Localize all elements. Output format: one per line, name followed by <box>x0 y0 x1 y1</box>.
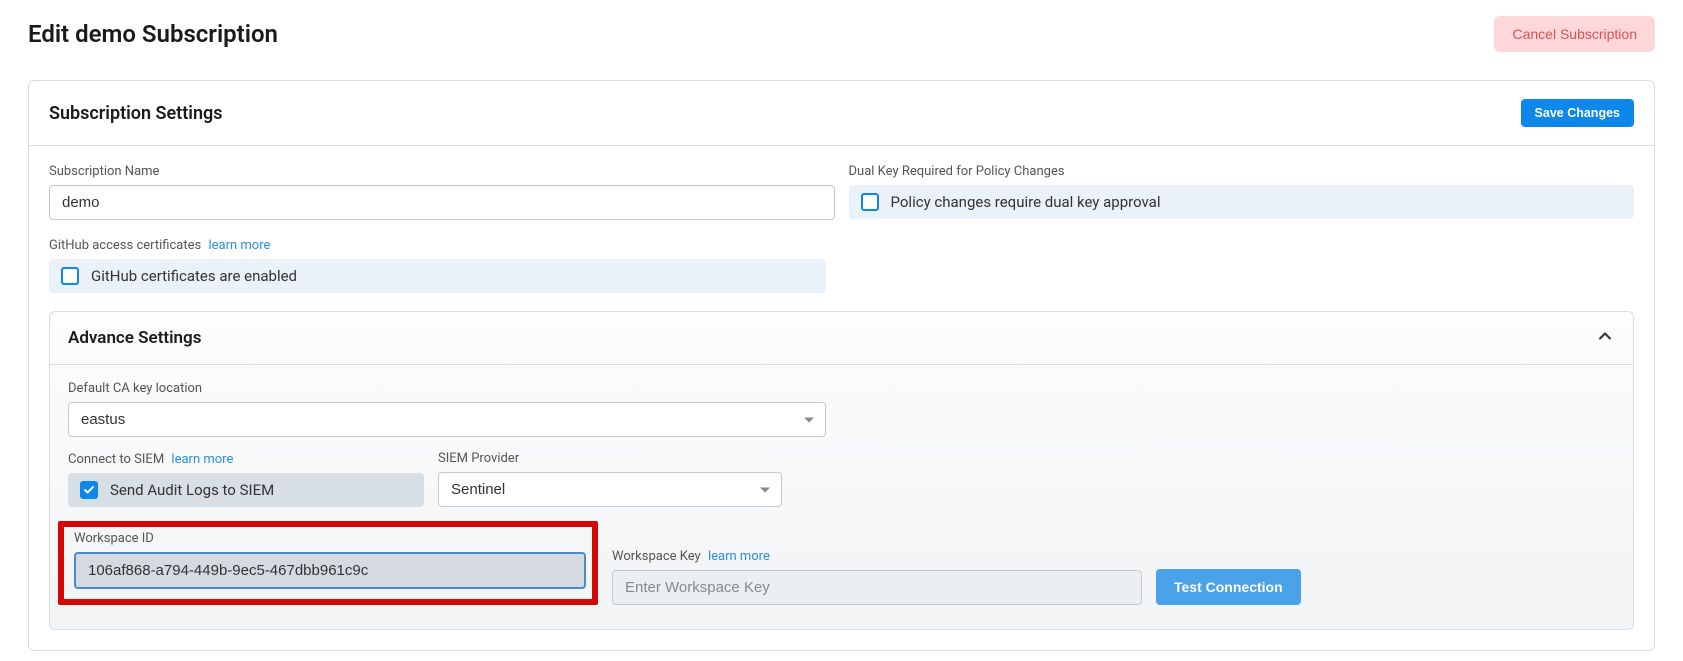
subscription-name-input[interactable] <box>49 185 835 220</box>
advance-settings-toggle[interactable]: Advance Settings <box>50 312 1633 364</box>
cancel-subscription-button[interactable]: Cancel Subscription <box>1494 16 1655 52</box>
github-learn-more-link[interactable]: learn more <box>208 238 270 253</box>
ca-key-label: Default CA key location <box>68 381 826 396</box>
workspace-id-input[interactable] <box>74 552 586 589</box>
github-certs-checkbox-text: GitHub certificates are enabled <box>91 267 297 285</box>
settings-card-title: Subscription Settings <box>49 103 223 124</box>
workspace-key-input[interactable] <box>612 570 1142 605</box>
github-certs-checkbox-bar[interactable]: GitHub certificates are enabled <box>49 259 826 293</box>
advance-settings-title: Advance Settings <box>68 328 201 348</box>
workspace-key-learn-more-link[interactable]: learn more <box>708 549 770 564</box>
siem-provider-label: SIEM Provider <box>438 451 782 466</box>
dual-key-checkbox[interactable] <box>861 193 879 211</box>
siem-provider-select[interactable]: Sentinel <box>438 472 782 507</box>
dual-key-checkbox-bar[interactable]: Policy changes require dual key approval <box>849 185 1635 219</box>
send-audit-checkbox[interactable] <box>80 481 98 499</box>
save-changes-button[interactable]: Save Changes <box>1521 99 1634 127</box>
connect-siem-label: Connect to SIEM learn more <box>68 452 424 467</box>
send-audit-checkbox-text: Send Audit Logs to SIEM <box>110 481 274 499</box>
send-audit-checkbox-bar[interactable]: Send Audit Logs to SIEM <box>68 473 424 507</box>
workspace-id-highlight: Workspace ID <box>58 521 598 605</box>
ca-key-select[interactable]: eastus <box>68 402 826 437</box>
subscription-name-label: Subscription Name <box>49 164 835 179</box>
chevron-up-icon <box>1595 326 1615 350</box>
dual-key-checkbox-text: Policy changes require dual key approval <box>891 193 1161 211</box>
workspace-key-label: Workspace Key learn more <box>612 549 1142 564</box>
github-certs-checkbox[interactable] <box>61 267 79 285</box>
test-connection-button[interactable]: Test Connection <box>1156 569 1301 605</box>
page-title: Edit demo Subscription <box>28 20 278 48</box>
connect-siem-learn-more-link[interactable]: learn more <box>171 452 233 467</box>
github-certs-label: GitHub access certificates learn more <box>49 238 826 253</box>
dual-key-label: Dual Key Required for Policy Changes <box>849 164 1635 179</box>
workspace-id-label: Workspace ID <box>74 531 586 546</box>
